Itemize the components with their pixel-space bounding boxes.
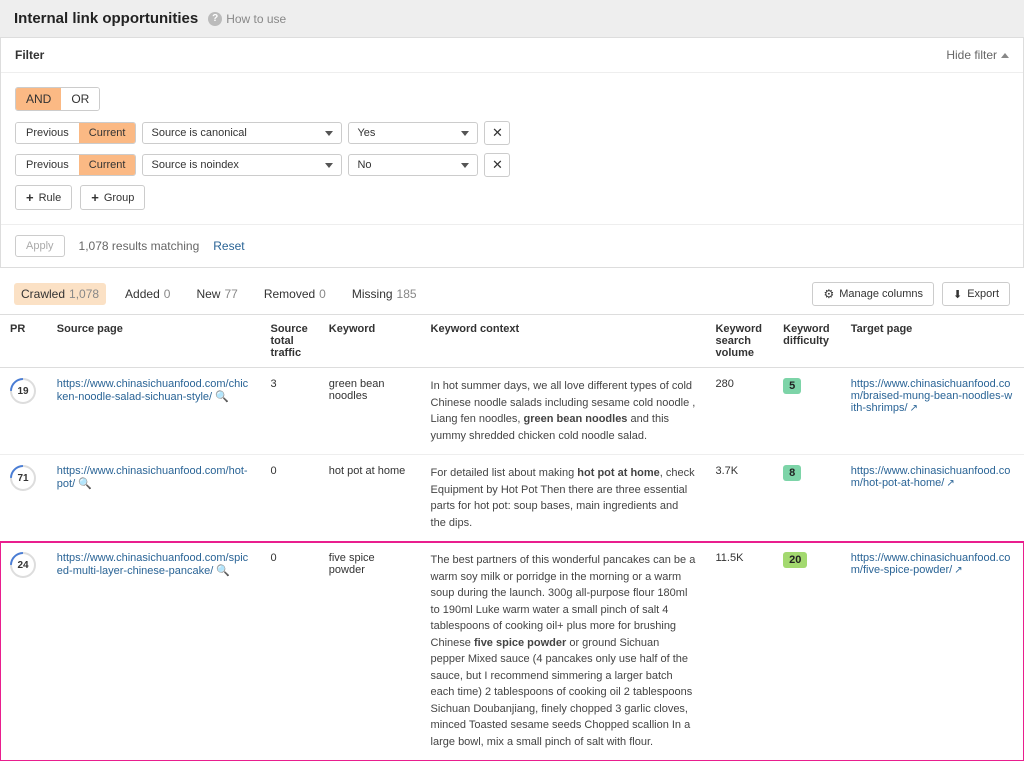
- col-traffic[interactable]: Source total traffic: [261, 315, 319, 368]
- tab-crawled[interactable]: Crawled 1,078: [14, 283, 106, 305]
- plus-icon: +: [26, 190, 34, 205]
- hide-filter-toggle[interactable]: Hide filter: [946, 48, 1009, 62]
- kd-badge: 8: [783, 465, 801, 481]
- chevron-up-icon: [1001, 53, 1009, 58]
- traffic-value: 3: [261, 368, 319, 455]
- filter-rule-2: Previous Current Source is noindex No ✕: [15, 153, 1009, 177]
- filter-panel: Filter Hide filter AND OR Previous Curre…: [0, 37, 1024, 268]
- caret-down-icon: [325, 131, 333, 136]
- search-icon[interactable]: 🔍: [78, 478, 92, 490]
- pr-badge: 71: [5, 460, 42, 497]
- volume-value: 280: [705, 368, 773, 455]
- page-title: Internal link opportunities: [14, 10, 198, 27]
- col-source[interactable]: Source page: [47, 315, 261, 368]
- caret-down-icon: [461, 163, 469, 168]
- col-context[interactable]: Keyword context: [421, 315, 706, 368]
- rule2-scope[interactable]: Previous Current: [15, 154, 136, 176]
- download-icon: ⬇: [953, 288, 962, 301]
- keyword-value: hot pot at home: [319, 455, 421, 542]
- caret-down-icon: [461, 131, 469, 136]
- target-link[interactable]: https://www.chinasichuanfood.com/hot-pot…: [851, 465, 1011, 489]
- rule2-remove-button[interactable]: ✕: [484, 153, 510, 177]
- logic-toggle[interactable]: AND OR: [15, 87, 100, 111]
- or-option[interactable]: OR: [61, 88, 99, 110]
- traffic-value: 0: [261, 455, 319, 542]
- close-icon: ✕: [492, 125, 503, 141]
- volume-value: 11.5K: [705, 542, 773, 761]
- context-value: The best partners of this wonderful panc…: [421, 542, 706, 761]
- rule2-field-select[interactable]: Source is noindex: [142, 154, 342, 176]
- keyword-value: five spice powder: [319, 542, 421, 761]
- add-group-button[interactable]: +Group: [80, 185, 145, 210]
- export-button[interactable]: ⬇Export: [942, 282, 1010, 306]
- tab-new[interactable]: New 77: [189, 283, 244, 305]
- kd-badge: 5: [783, 378, 801, 394]
- rule1-field-select[interactable]: Source is canonical: [142, 122, 342, 144]
- table-row: 71 https://www.chinasichuanfood.com/hot-…: [0, 455, 1024, 542]
- col-keyword[interactable]: Keyword: [319, 315, 421, 368]
- gear-icon: ⚙: [823, 287, 834, 301]
- context-value: In hot summer days, we all love differen…: [421, 368, 706, 455]
- external-link-icon[interactable]: ↗: [946, 478, 954, 489]
- results-count: 1,078 results matching: [79, 239, 200, 253]
- external-link-icon[interactable]: ↗: [910, 403, 918, 414]
- kd-badge: 20: [783, 552, 807, 568]
- col-volume[interactable]: Keyword search volume: [705, 315, 773, 368]
- context-value: For detailed list about making hot pot a…: [421, 455, 706, 542]
- tab-removed[interactable]: Removed 0: [257, 283, 333, 305]
- target-link[interactable]: https://www.chinasichuanfood.com/five-sp…: [851, 552, 1011, 576]
- page-header: Internal link opportunities ? How to use: [0, 0, 1024, 37]
- results-table: PR Source page Source total traffic Keyw…: [0, 314, 1024, 761]
- volume-value: 3.7K: [705, 455, 773, 542]
- table-row: 19 https://www.chinasichuanfood.com/chic…: [0, 368, 1024, 455]
- rule1-remove-button[interactable]: ✕: [484, 121, 510, 145]
- apply-button[interactable]: Apply: [15, 235, 65, 257]
- add-rule-button[interactable]: +Rule: [15, 185, 72, 210]
- filter-rule-1: Previous Current Source is canonical Yes…: [15, 121, 1009, 145]
- table-row: 24 https://www.chinasichuanfood.com/spic…: [0, 542, 1024, 761]
- traffic-value: 0: [261, 542, 319, 761]
- manage-columns-button[interactable]: ⚙Manage columns: [812, 282, 934, 306]
- close-icon: ✕: [492, 157, 503, 173]
- help-icon: ?: [208, 12, 222, 26]
- and-option[interactable]: AND: [16, 88, 61, 110]
- caret-down-icon: [325, 163, 333, 168]
- tab-missing[interactable]: Missing 185: [345, 283, 424, 305]
- rule1-value-select[interactable]: Yes: [348, 122, 478, 144]
- tab-added[interactable]: Added 0: [118, 283, 177, 305]
- external-link-icon[interactable]: ↗: [954, 565, 962, 576]
- pr-badge: 19: [5, 373, 42, 410]
- rule2-value-select[interactable]: No: [348, 154, 478, 176]
- rule1-scope[interactable]: Previous Current: [15, 122, 136, 144]
- search-icon[interactable]: 🔍: [215, 391, 229, 403]
- col-pr[interactable]: PR: [0, 315, 47, 368]
- col-target[interactable]: Target page: [841, 315, 1024, 368]
- filter-title: Filter: [15, 48, 44, 62]
- plus-icon: +: [91, 190, 99, 205]
- target-link[interactable]: https://www.chinasichuanfood.com/braised…: [851, 378, 1012, 414]
- pr-badge: 24: [5, 547, 42, 584]
- keyword-value: green bean noodles: [319, 368, 421, 455]
- col-kd[interactable]: Keyword difficulty: [773, 315, 841, 368]
- status-tabs: Crawled 1,078 Added 0 New 77 Removed 0 M…: [14, 283, 424, 305]
- search-icon[interactable]: 🔍: [216, 565, 230, 577]
- reset-link[interactable]: Reset: [213, 239, 244, 253]
- how-to-use-link[interactable]: ? How to use: [208, 12, 286, 26]
